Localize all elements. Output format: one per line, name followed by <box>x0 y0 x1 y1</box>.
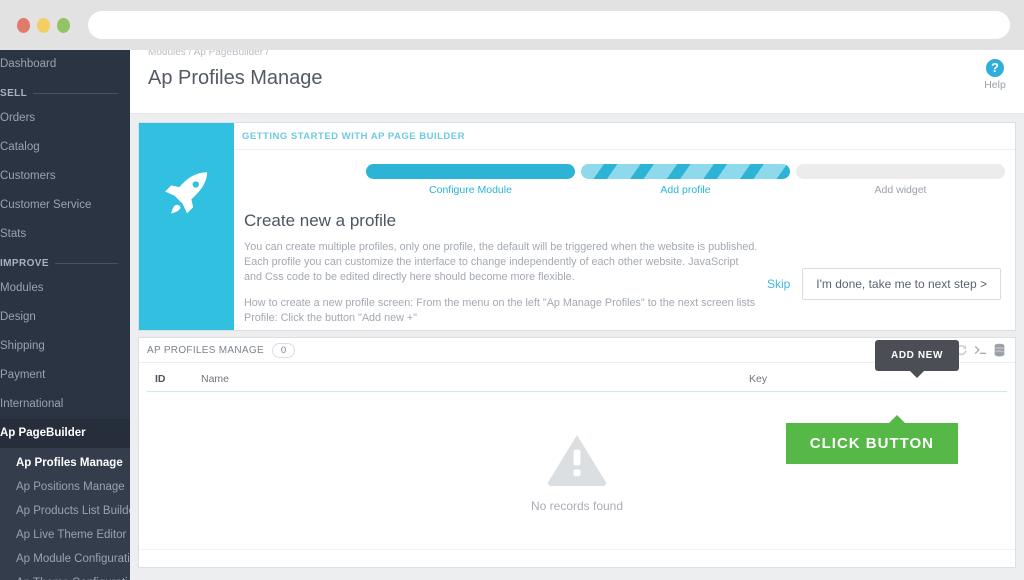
column-header-id[interactable]: ID <box>155 373 201 385</box>
record-count-badge: 0 <box>271 342 296 358</box>
help-button[interactable]: ? Help <box>974 59 1016 91</box>
sidebar-item-ap-theme-configuration[interactable]: Ap Theme Configuration <box>0 571 140 580</box>
question-mark-icon: ? <box>986 59 1004 77</box>
step-label: Configure Module <box>429 184 512 196</box>
onboarding-heading: Create new a profile <box>244 211 397 230</box>
close-window-button[interactable] <box>17 18 30 33</box>
panel-title: AP PROFILES MANAGE <box>147 344 264 356</box>
step-add-widget[interactable]: Add widget <box>796 164 1005 196</box>
sidebar-item-international[interactable]: International <box>0 390 130 419</box>
sidebar-item-ap-pagebuilder[interactable]: Ap PageBuilder <box>0 419 130 448</box>
warning-triangle-icon <box>547 434 607 487</box>
add-new-tooltip: ADD NEW <box>875 340 959 378</box>
step-progress-bar <box>366 164 575 179</box>
onboarding-paragraph-2: How to create a new profile screen: From… <box>244 297 756 324</box>
terminal-icon[interactable] <box>972 342 988 358</box>
onboarding-steps: Configure Module Add profile Add widget <box>234 150 1015 196</box>
sidebar-item-design[interactable]: Design <box>0 303 130 332</box>
step-progress-bar <box>796 164 1005 179</box>
onboarding-paragraph-1: You can create multiple profiles, only o… <box>244 241 758 283</box>
sidebar-section-label: SELL <box>0 88 28 99</box>
divider <box>54 263 118 264</box>
bottom-cta-area: CREATE FIRST PROFILE >> <box>130 568 1024 580</box>
divider <box>33 93 118 94</box>
panel-footer <box>139 549 1015 567</box>
sidebar-item-customers[interactable]: Customers <box>0 162 130 191</box>
sidebar-item-dashboard[interactable]: Dashboard <box>0 50 130 79</box>
sidebar-item-ap-positions-manage[interactable]: Ap Positions Manage <box>0 475 130 499</box>
window-controls <box>17 18 70 33</box>
sidebar-item-ap-live-theme-editor[interactable]: Ap Live Theme Editor <box>0 523 130 547</box>
sidebar-item-catalog[interactable]: Catalog <box>0 133 130 162</box>
breadcrumb[interactable]: Modules / Ap PageBuilder / <box>148 50 269 58</box>
step-add-profile[interactable]: Add profile <box>581 164 790 196</box>
sidebar-submenu: Ap Profiles Manage Ap Positions Manage A… <box>0 448 143 580</box>
onboarding-actions: Skip I'm done, take me to next step > <box>767 268 1001 300</box>
sidebar-item-customer-service[interactable]: Customer Service <box>0 191 130 220</box>
browser-chrome <box>0 0 1024 50</box>
step-label: Add profile <box>660 184 711 196</box>
getting-started-body: GETTING STARTED WITH AP PAGE BUILDER Con… <box>234 123 1015 330</box>
click-button-callout: CLICK BUTTON <box>785 415 958 464</box>
page-title: Ap Profiles Manage <box>148 67 323 89</box>
sidebar-item-ap-products-list-builder[interactable]: Ap Products List Builder <box>0 499 139 523</box>
address-bar[interactable] <box>88 11 1010 39</box>
help-label: Help <box>984 79 1006 91</box>
sidebar-section-sell: SELL <box>0 79 130 104</box>
sidebar-section-label: IMPROVE <box>0 258 49 269</box>
page-header: Modules / Ap PageBuilder / Ap Profiles M… <box>130 50 1024 114</box>
empty-state-text: No records found <box>530 499 624 513</box>
step-label: Add widget <box>874 184 927 196</box>
empty-state: No records found <box>139 392 1015 549</box>
onboarding-copy: Create new a profile You can create mult… <box>234 196 1015 326</box>
maximize-window-button[interactable] <box>57 18 70 33</box>
getting-started-eyebrow: GETTING STARTED WITH AP PAGE BUILDER <box>234 123 1015 150</box>
sidebar-item-ap-module-configuration[interactable]: Ap Module Configuration <box>0 547 143 571</box>
sidebar-item-orders[interactable]: Orders <box>0 104 130 133</box>
page-viewport: Dashboard SELL Orders Catalog Customers … <box>0 50 1024 580</box>
getting-started-panel: GETTING STARTED WITH AP PAGE BUILDER Con… <box>138 122 1016 331</box>
column-header-name[interactable]: Name <box>201 373 749 385</box>
skip-link[interactable]: Skip <box>767 277 790 291</box>
sidebar-item-ap-profiles-manage[interactable]: Ap Profiles Manage <box>0 451 130 475</box>
sidebar-item-stats[interactable]: Stats <box>0 220 130 249</box>
sidebar-item-shipping[interactable]: Shipping <box>0 332 130 361</box>
column-header-key[interactable]: Key <box>749 373 999 385</box>
step-configure-module[interactable]: Configure Module <box>366 164 575 196</box>
sidebar-section-improve: IMPROVE <box>0 249 130 274</box>
database-icon[interactable] <box>991 342 1007 358</box>
rocket-icon <box>139 123 234 330</box>
sidebar-item-modules[interactable]: Modules <box>0 274 130 303</box>
sidebar-item-payment[interactable]: Payment <box>0 361 130 390</box>
step-progress-bar <box>581 164 790 179</box>
next-step-button[interactable]: I'm done, take me to next step > <box>802 268 1001 300</box>
minimize-window-button[interactable] <box>37 18 50 33</box>
sidebar: Dashboard SELL Orders Catalog Customers … <box>0 50 143 580</box>
main-content: Modules / Ap PageBuilder / Ap Profiles M… <box>130 50 1024 580</box>
